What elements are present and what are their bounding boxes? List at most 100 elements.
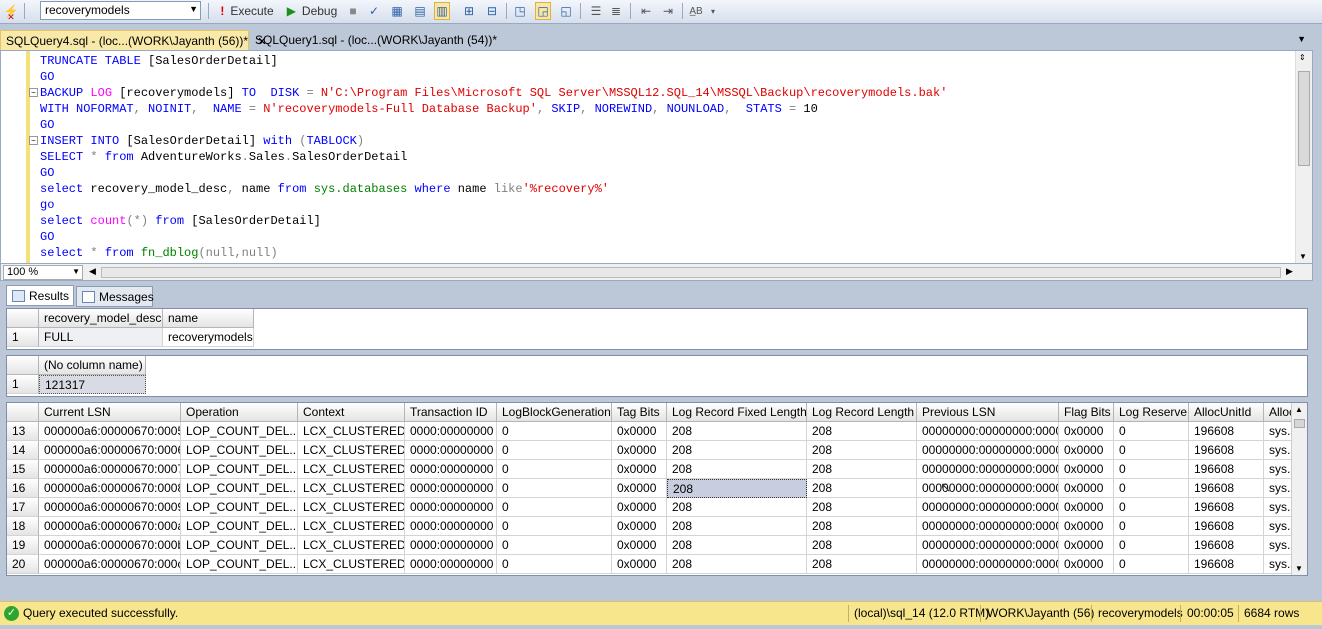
grid-cell[interactable]: 208 — [807, 422, 917, 441]
row-number[interactable]: 14 — [7, 441, 39, 460]
grid-cell[interactable]: sys.s — [1264, 517, 1294, 536]
grid-cell[interactable]: LOP_COUNT_DEL... — [181, 555, 298, 574]
column-header[interactable]: Log Record Length — [807, 403, 917, 422]
grid-cell[interactable]: LOP_COUNT_DEL... — [181, 441, 298, 460]
column-header[interactable]: Previous LSN — [917, 403, 1059, 422]
grid-cell[interactable]: 208 — [807, 555, 917, 574]
grid-cell[interactable]: 00000000:00000000:0000 — [917, 441, 1059, 460]
grid-cell[interactable]: 0x0000 — [1059, 555, 1114, 574]
results-to-file-icon[interactable]: ◱ — [558, 2, 574, 20]
grid-cell[interactable]: 00000000:00000000:0000 — [917, 479, 1059, 498]
collapse-icon[interactable]: − — [29, 136, 38, 145]
column-header[interactable]: Operation — [181, 403, 298, 422]
grid-cell[interactable]: 208 — [667, 441, 807, 460]
scroll-up-icon[interactable]: ⇕ — [1299, 53, 1306, 62]
grid-cell[interactable]: FULL — [39, 328, 163, 347]
grid-cell[interactable]: 000000a6:00000670:0008 — [39, 479, 181, 498]
database-select[interactable]: recoverymodels ▼ — [40, 1, 201, 20]
grid-cell[interactable]: LCX_CLUSTERED — [298, 498, 405, 517]
grid-cell[interactable]: 00000000:00000000:0000 — [917, 422, 1059, 441]
row-number[interactable]: 17 — [7, 498, 39, 517]
column-header[interactable]: name — [163, 309, 254, 328]
grid-cell[interactable]: 0 — [497, 479, 612, 498]
grid-cell[interactable]: 0000:00000000 — [405, 460, 497, 479]
grid-cell[interactable]: 196608 — [1189, 441, 1264, 460]
grid-cell[interactable]: 0x0000 — [1059, 479, 1114, 498]
grid-cell[interactable]: recoverymodels — [163, 328, 254, 347]
grid-cell[interactable]: 0x0000 — [612, 460, 667, 479]
grid-cell[interactable]: LOP_COUNT_DEL... — [181, 422, 298, 441]
grid-cell[interactable]: 0x0000 — [612, 536, 667, 555]
grid-cell[interactable]: 0 — [497, 498, 612, 517]
row-number[interactable]: 18 — [7, 517, 39, 536]
grid-cell[interactable]: 196608 — [1189, 555, 1264, 574]
grid-corner[interactable] — [7, 356, 39, 375]
grid-cell[interactable]: 208 — [807, 498, 917, 517]
grid-cell[interactable]: 0 — [1114, 422, 1189, 441]
grid-corner[interactable] — [7, 403, 39, 422]
scroll-right-icon[interactable]: ▶ — [1286, 266, 1293, 277]
grid-cell[interactable]: sys.s — [1264, 422, 1294, 441]
column-header[interactable]: Flag Bits — [1059, 403, 1114, 422]
grid-cell[interactable]: 0 — [497, 422, 612, 441]
grid-cell[interactable]: LCX_CLUSTERED — [298, 460, 405, 479]
grid-cell[interactable]: sys.s — [1264, 536, 1294, 555]
scrollbar-thumb[interactable] — [1294, 419, 1305, 428]
specify-values-icon[interactable]: A̲B — [688, 2, 704, 20]
grid-cell[interactable]: LOP_COUNT_DEL... — [181, 479, 298, 498]
horizontal-scrollbar-thumb[interactable] — [101, 267, 1281, 278]
row-number[interactable]: 19 — [7, 536, 39, 555]
row-number[interactable]: 20 — [7, 555, 39, 574]
grid-cell[interactable]: 0000:00000000 — [405, 441, 497, 460]
debug-button[interactable]: ▶ Debug — [286, 2, 338, 20]
parse-icon[interactable]: ✓ — [367, 2, 381, 20]
grid-cell[interactable]: 208 — [667, 498, 807, 517]
grid-cell[interactable]: sys.s — [1264, 460, 1294, 479]
grid-cell[interactable]: 0 — [497, 441, 612, 460]
column-header[interactable]: AllocU — [1264, 403, 1294, 422]
grid-cell[interactable]: 208 — [667, 422, 807, 441]
grid-cell[interactable]: 208 — [667, 460, 807, 479]
scroll-left-icon[interactable]: ◀ — [89, 266, 96, 277]
scroll-up-icon[interactable]: ▲ — [1295, 405, 1303, 414]
grid-cell[interactable]: 208 — [807, 536, 917, 555]
grid-cell[interactable]: 0 — [1114, 441, 1189, 460]
grid-cell[interactable]: 0000:00000000 — [405, 479, 497, 498]
grid-cell[interactable]: 0x0000 — [1059, 441, 1114, 460]
editor-vertical-scrollbar[interactable]: ⇕ ▼ — [1295, 51, 1312, 263]
grid-cell[interactable]: 208 — [807, 460, 917, 479]
grid-cell[interactable]: 0x0000 — [612, 498, 667, 517]
grid-cell[interactable]: 0000:00000000 — [405, 536, 497, 555]
grid-cell[interactable]: 0000:00000000 — [405, 422, 497, 441]
grid-cell[interactable]: 0 — [497, 460, 612, 479]
toolbar-options-icon[interactable]: ▾ — [708, 2, 718, 20]
grid-cell[interactable]: LCX_CLUSTERED — [298, 422, 405, 441]
grid-cell[interactable]: 208 — [807, 441, 917, 460]
grid-cell[interactable]: LCX_CLUSTERED — [298, 517, 405, 536]
column-header[interactable]: LogBlockGeneration — [497, 403, 612, 422]
grid-cell[interactable]: 208 — [667, 536, 807, 555]
scroll-down-icon[interactable]: ▼ — [1295, 564, 1303, 573]
column-header[interactable]: AllocUnitId — [1189, 403, 1264, 422]
row-number[interactable]: 15 — [7, 460, 39, 479]
grid-cell[interactable]: 196608 — [1189, 479, 1264, 498]
grid-cell[interactable]: 000000a6:00000670:0007 — [39, 460, 181, 479]
execute-button[interactable]: ! Execute — [215, 2, 279, 20]
grid-cell[interactable]: LCX_CLUSTERED — [298, 441, 405, 460]
result-grid-3[interactable]: Current LSN Operation Context Transaction I… — [6, 402, 1308, 576]
column-header[interactable]: Tag Bits — [612, 403, 667, 422]
grid-cell[interactable]: 208 — [807, 479, 917, 498]
grid-cell[interactable]: 0x0000 — [1059, 498, 1114, 517]
grid-cell[interactable]: 0000:00000000 — [405, 498, 497, 517]
row-number[interactable]: 1 — [7, 375, 39, 394]
grid-cell[interactable]: 0x0000 — [612, 479, 667, 498]
grid-cell[interactable]: LCX_CLUSTERED — [298, 479, 405, 498]
grid-cell[interactable]: 0 — [497, 517, 612, 536]
grid-cell[interactable]: 00000000:00000000:0000 — [917, 517, 1059, 536]
scrollbar-thumb[interactable] — [1298, 71, 1310, 166]
actual-plan-icon[interactable]: ⊟ — [484, 2, 500, 20]
grid-cell[interactable]: 000000a6:00000670:0006 — [39, 441, 181, 460]
grid-cell[interactable]: 00000000:00000000:0000 — [917, 555, 1059, 574]
collapse-icon[interactable]: − — [29, 88, 38, 97]
grid-cell[interactable]: 0 — [1114, 517, 1189, 536]
